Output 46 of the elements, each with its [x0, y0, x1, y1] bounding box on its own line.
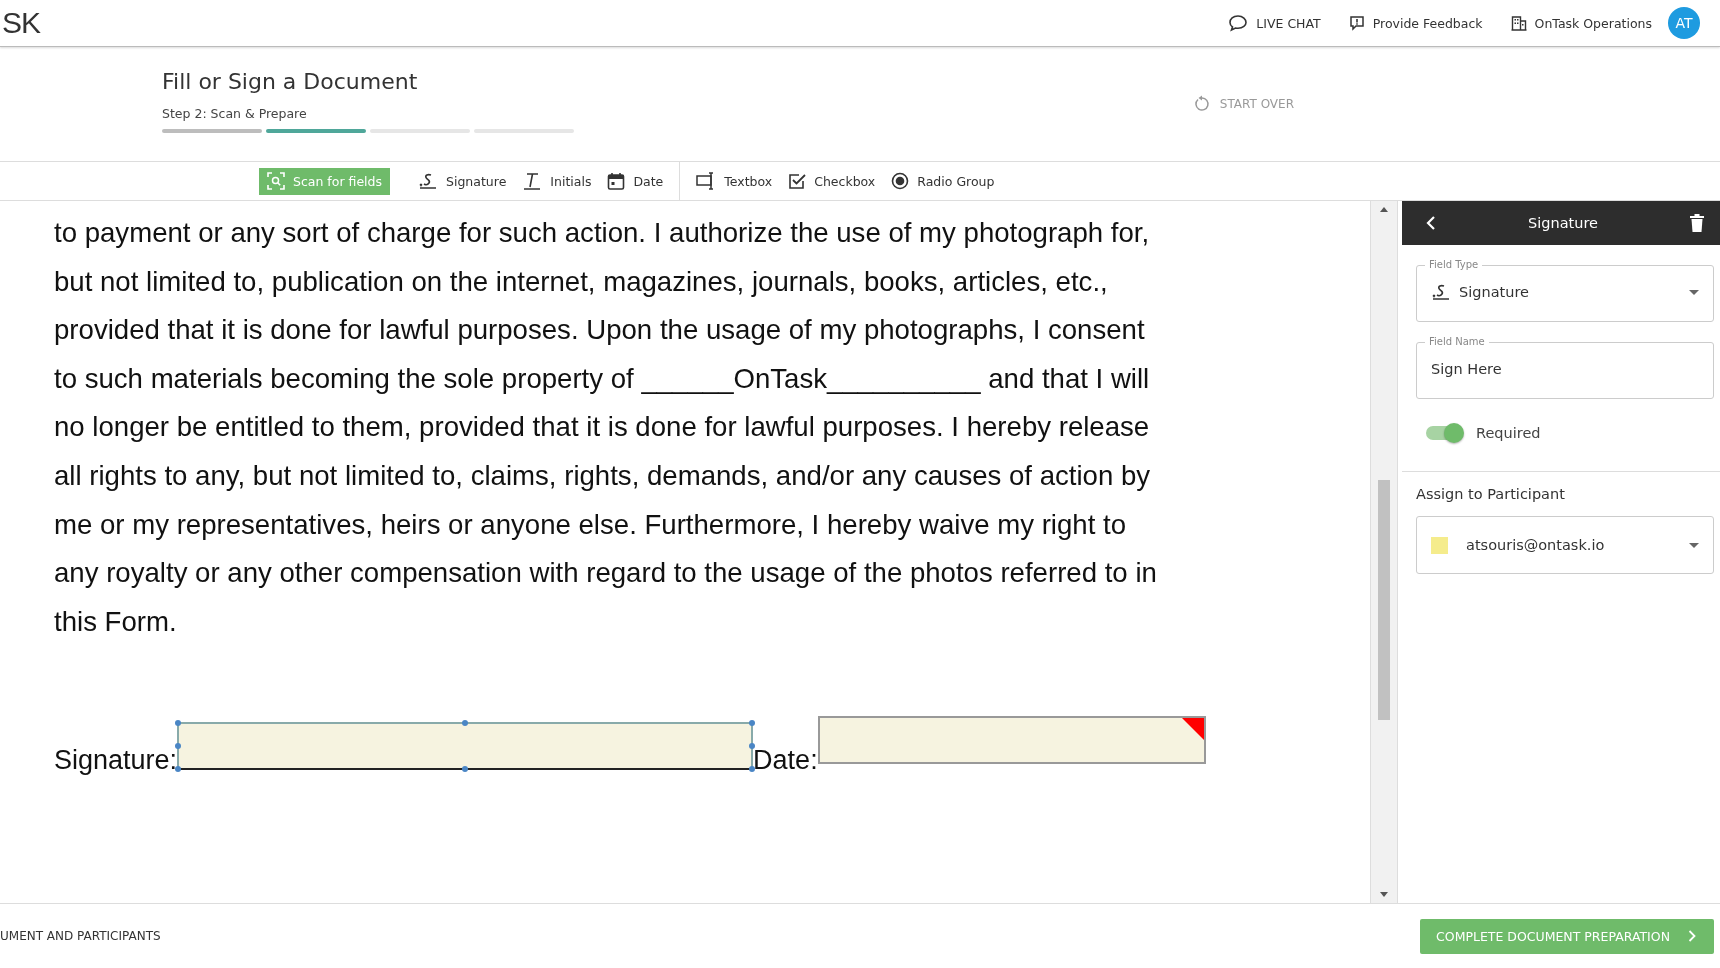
radio-icon	[891, 172, 910, 190]
logo[interactable]: SK	[2, 6, 41, 40]
feedback-icon	[1348, 15, 1365, 31]
page-title: Fill or Sign a Document	[162, 69, 419, 94]
field-label: Date:	[753, 745, 818, 777]
checkbox-icon	[788, 172, 807, 190]
header-link[interactable]: OnTask Operations	[1510, 15, 1652, 31]
trash-icon	[1690, 214, 1704, 232]
building-icon	[1510, 15, 1527, 31]
field-label: Signature:	[54, 745, 178, 777]
tool-button[interactable]: Signature	[418, 171, 507, 191]
scroll-thumb[interactable]	[1378, 480, 1390, 720]
field-name-input[interactable]: Field Name Sign Here	[1416, 336, 1714, 399]
scroll-down-icon[interactable]	[1380, 892, 1388, 897]
tool-button[interactable]: Radio Group	[891, 172, 995, 190]
tool-button[interactable]: Date	[607, 172, 664, 190]
chevron-left-icon	[1426, 216, 1436, 230]
scroll-up-icon[interactable]	[1380, 207, 1388, 212]
undo-icon	[1192, 95, 1211, 113]
form-field[interactable]	[177, 722, 754, 771]
signature-icon	[418, 171, 438, 191]
toggle-label: Required	[1476, 425, 1541, 441]
tool-button[interactable]: Textbox	[696, 172, 773, 190]
tool-button[interactable]: Initials	[522, 171, 592, 191]
scan-icon	[267, 172, 285, 190]
panel-title: Signature	[1528, 215, 1598, 231]
required-toggle[interactable]	[1426, 426, 1462, 440]
calendar-icon	[607, 172, 626, 190]
footer-link[interactable]: UMENT AND PARTICIPANTS	[0, 929, 161, 943]
step-label: Step 2: Scan & Prepare	[162, 106, 308, 121]
chevron-right-icon	[1688, 930, 1696, 942]
text-cursor-icon	[522, 171, 543, 191]
participant-select[interactable]: atsouris@ontask.io	[1416, 516, 1714, 574]
header-link[interactable]: Provide Feedback	[1348, 15, 1483, 31]
header-link[interactable]: LIVE CHAT	[1228, 14, 1321, 32]
caret-icon	[1689, 542, 1699, 548]
signature-icon	[1431, 282, 1451, 302]
scrollbar[interactable]	[1370, 201, 1397, 903]
tool-button[interactable]: Checkbox	[788, 172, 876, 190]
flag-marker-icon	[1181, 718, 1204, 741]
document-paragraph: to payment or any sort of charge for such action. I authorize the use of my photograph for, but not limited to, publication on the internet, magazines, journals, books, articles, etc., provided that it is done for lawful purposes. Upon the usage of my photographs, I consent to such materials becoming the sole property of ______OnTask__________ and that I will no longer be entitled to them, provided that it is done for lawful purposes. I hereby release all rights to any, but not limited to, claims, rights, demands, and/or any causes of action by me or my representatives, heirs or anyone else. Furthermore, I hereby waive my right to any royalty or any other compensation with regard to the usage of the photos referred to in this Form.	[54, 216, 1158, 639]
caret-icon	[1689, 289, 1699, 295]
chat-bubble-icon	[1228, 14, 1249, 32]
form-field[interactable]	[817, 716, 1206, 765]
field-type-select[interactable]: Field Type Signature	[1416, 259, 1714, 322]
section-label: Assign to Participant	[1416, 486, 1566, 502]
